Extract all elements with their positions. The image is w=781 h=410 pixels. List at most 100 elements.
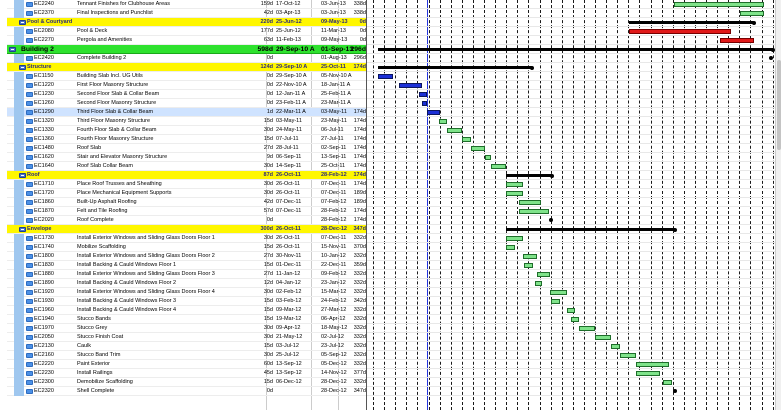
activity-row[interactable]: EC1710 Place Roof Trusses and Sheathing 30… <box>7 180 366 189</box>
activity-row[interactable]: EC1260 Second Floor Masonry Structure 0d 23… <box>7 99 366 108</box>
wbs-row[interactable]: Roof 87d 26-Oct-11 28-Feb-12 174d <box>7 171 366 180</box>
activity-row[interactable]: EC2160 Stucco Band Trim 30d 25-Jul-12 05-Sep… <box>7 351 366 360</box>
activity-bar[interactable] <box>419 92 428 97</box>
activity-row[interactable]: EC1930 Install Backing & Cauld Windows Fl… <box>7 297 366 306</box>
activity-bar[interactable] <box>518 209 549 214</box>
wbs-folder-icon <box>19 227 26 232</box>
activity-bar[interactable] <box>421 101 428 106</box>
activity-bar[interactable] <box>566 308 575 313</box>
activity-row[interactable]: EC2220 Paint Exterior 60d 13-Sep-12 05-Dec-1… <box>7 360 366 369</box>
activity-row[interactable]: EC1890 Install Backing & Cauld Windows Fl… <box>7 279 366 288</box>
activity-bar[interactable] <box>719 38 755 43</box>
activity-row[interactable]: EC2230 Install Railings 45d 13-Sep-12 14-Nov… <box>7 369 366 378</box>
activity-row[interactable]: EC1920 Install Exterior Windows and Slidi… <box>7 288 366 297</box>
activity-row[interactable]: EC2020 Roof Complete 0d 28-Feb-12 174d <box>7 216 366 225</box>
milestone-marker[interactable] <box>672 389 677 393</box>
activity-bar[interactable] <box>524 263 533 268</box>
activity-bar[interactable] <box>506 191 523 196</box>
vertical-scrollbar[interactable] <box>775 0 781 410</box>
activity-bar[interactable] <box>619 353 636 358</box>
activity-row[interactable]: EC1970 Stucco Grey 30d 09-Apr-12 18-May-12 33… <box>7 324 366 333</box>
activity-row[interactable]: EC1880 Install Exterior Windows and Slidi… <box>7 270 366 279</box>
activity-row[interactable]: EC1360 Fourth Floor Masonry Structure 15d 0… <box>7 135 366 144</box>
activity-row[interactable]: EC1330 Fourth Floor Slab & Collar Beam 30d… <box>7 126 366 135</box>
summary-bar[interactable] <box>628 21 755 24</box>
activity-bar[interactable] <box>490 164 507 169</box>
activity-row[interactable]: EC1230 Second Floor Slab & Collar Beam 0d 1… <box>7 90 366 99</box>
scrollbar-thumb[interactable] <box>777 60 781 150</box>
wbs-row[interactable]: Building 2 598d 29-Sep-10 A 01-Sep-13 296d <box>7 45 366 54</box>
gantt-chart[interactable] <box>367 0 775 410</box>
activity-row[interactable]: EC2130 Caulk 15d 03-Jul-12 23-Jul-12 332d <box>7 342 366 351</box>
activity-bar[interactable] <box>550 290 567 295</box>
activity-bar[interactable] <box>470 146 486 151</box>
activity-bar[interactable] <box>551 299 560 304</box>
activity-row[interactable]: EC1730 Install Exterior Windows and Slidi… <box>7 234 366 243</box>
activity-id: EC1940 <box>34 316 54 322</box>
activity-bar[interactable] <box>635 362 669 367</box>
activity-row[interactable]: EC1620 Stair and Elevator Masonry Structu… <box>7 153 366 162</box>
activity-row[interactable]: EC1830 Install Backing & Cauld Windows Fl… <box>7 261 366 270</box>
activity-bar[interactable] <box>578 326 596 331</box>
milestone-marker[interactable] <box>768 56 773 60</box>
activity-row[interactable]: EC1480 Roof Slab 27d 28-Jul-11 02-Sep-11 174d <box>7 144 366 153</box>
duration: 0d <box>266 73 273 79</box>
activity-bar[interactable] <box>570 317 579 322</box>
wbs-row[interactable]: Envelope 300d 26-Oct-11 28-Dec-12 347d <box>7 225 366 234</box>
activity-row[interactable]: EC1290 Third Floor Slab & Collar Beam 1d 22… <box>7 108 366 117</box>
activity-row[interactable]: EC1150 Building Slab Incl. UG Utils 0d 29-S… <box>7 72 366 81</box>
milestone-marker[interactable] <box>549 218 554 222</box>
wbs-row[interactable]: Pool & Courtyard 220d 25-Jun-12 09-May-13 0d <box>7 18 366 27</box>
start-date: 26-Oct-11 <box>276 226 301 232</box>
activity-bar[interactable] <box>628 29 731 34</box>
activity-row[interactable]: EC2270 Pergola and Amenities 63d 11-Feb-13 0… <box>7 36 366 45</box>
activity-row[interactable]: EC2050 Stucco Finish Coat 30d 21-May-12 02-J… <box>7 333 366 342</box>
gantt-row-line <box>367 197 775 198</box>
activity-row[interactable]: EC1870 Felt and Tile Roofing 57d 07-Dec-11 2… <box>7 207 366 216</box>
wbs-row[interactable]: Structure 124d 29-Sep-10 A 25-Oct-11 174d <box>7 63 366 72</box>
activity-row[interactable]: EC2370 Final Inspections and Punchlist 42d… <box>7 9 366 18</box>
activity-bar[interactable] <box>462 137 471 142</box>
activity-row[interactable]: EC1320 Third Floor Masonry Structure 15d 03… <box>7 117 366 126</box>
activity-bar[interactable] <box>662 380 672 385</box>
activity-row[interactable]: EC2420 Complete Building 2 0d 01-Aug-13 296d <box>7 54 366 63</box>
activity-bar[interactable] <box>522 254 537 259</box>
activity-bar[interactable] <box>595 335 612 340</box>
activity-bar[interactable] <box>378 74 393 79</box>
activity-bar[interactable] <box>536 272 551 277</box>
activity-bar[interactable] <box>739 11 764 16</box>
activity-bar[interactable] <box>635 371 660 376</box>
activity-bar[interactable] <box>506 236 523 241</box>
activity-bar[interactable] <box>427 110 440 115</box>
activity-row[interactable]: EC1640 Roof Slab Collar Beam 30d 14-Sep-11 2… <box>7 162 366 171</box>
summary-bar[interactable] <box>378 66 533 69</box>
activity-bar[interactable] <box>506 182 523 187</box>
activity-bar[interactable] <box>399 83 422 88</box>
gantt-row-line <box>367 80 775 81</box>
activity-bar[interactable] <box>611 344 620 349</box>
activity-row[interactable]: EC1740 Mobilize Scaffolding 15d 26-Oct-11 15… <box>7 243 366 252</box>
activity-icon <box>26 263 33 268</box>
activity-id: EC2230 <box>34 370 54 376</box>
activity-row[interactable]: EC1940 Stucco Bands 15d 19-Mar-12 06-Apr-12 3… <box>7 315 366 324</box>
activity-row[interactable]: EC1220 First Floor Masonry Structure 0d 22-… <box>7 81 366 90</box>
activity-bar[interactable] <box>535 281 542 286</box>
activity-bar[interactable] <box>447 128 463 133</box>
activity-bar[interactable] <box>518 200 541 205</box>
activity-row[interactable]: EC1800 Install Exterior Windows and Slidi… <box>7 252 366 261</box>
summary-bar[interactable] <box>506 174 553 177</box>
activity-bar[interactable] <box>485 155 491 160</box>
activity-row[interactable]: EC1960 Install Backing & Cauld Windows Fl… <box>7 306 366 315</box>
activity-bar[interactable] <box>673 2 764 7</box>
summary-bar[interactable] <box>378 48 773 51</box>
duration: 30d <box>263 325 273 331</box>
activity-row[interactable]: EC2240 Tennant Finishes for Clubhouse Are… <box>7 0 366 9</box>
summary-bar[interactable] <box>506 228 675 231</box>
activity-row[interactable]: EC2300 Demobilize Scaffolding 15d 06-Dec-12… <box>7 378 366 387</box>
activity-row[interactable]: EC2320 Shell Complete 0d 28-Dec-12 347d <box>7 387 366 396</box>
activity-bar[interactable] <box>439 119 448 124</box>
activity-row[interactable]: EC2080 Pool & Deck 177d 25-Jun-12 11-Mar-13 0… <box>7 27 366 36</box>
activity-bar[interactable] <box>506 245 515 250</box>
activity-row[interactable]: EC1860 Built-Up Asphalt Roofing 42d 07-Dec-… <box>7 198 366 207</box>
activity-row[interactable]: EC1720 Place Mechanical Equipment Support… <box>7 189 366 198</box>
